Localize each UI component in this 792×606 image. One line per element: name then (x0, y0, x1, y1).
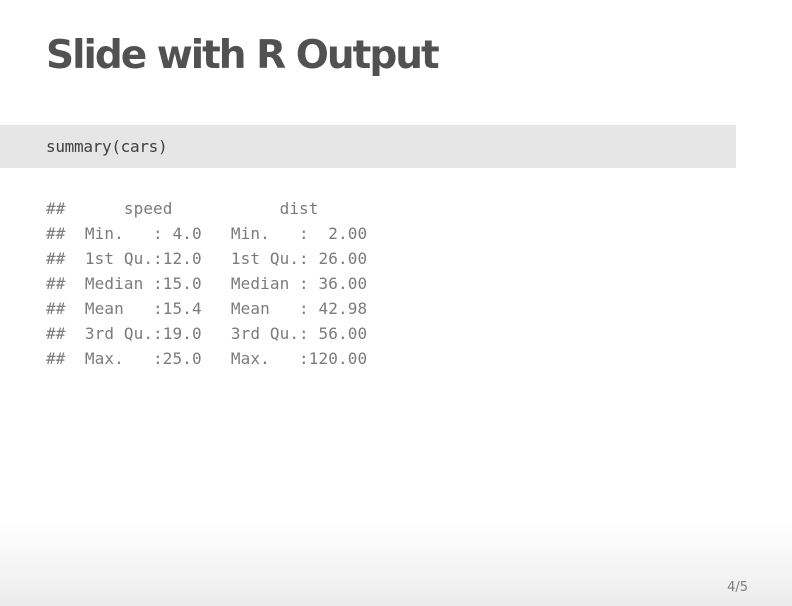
output-line: ## Min. : 4.0 Min. : 2.00 (46, 224, 387, 243)
slide-title: Slide with R Output (46, 33, 440, 78)
output-line: ## Max. :25.0 Max. :120.00 (46, 349, 387, 368)
output-line: ## Mean :15.4 Mean : 42.98 (46, 299, 387, 318)
output-line: ## 1st Qu.:12.0 1st Qu.: 26.00 (46, 249, 387, 268)
code-text: summary(cars) (46, 137, 168, 156)
output-line: ## 3rd Qu.:19.0 3rd Qu.: 56.00 (46, 324, 387, 343)
output-line: ## Median :15.0 Median : 36.00 (46, 274, 387, 293)
page-number: 4/5 (727, 580, 748, 595)
r-output-block: ## speed dist ## Min. : 4.0 Min. : 2.00 … (46, 196, 387, 371)
output-line: ## speed dist (46, 199, 387, 218)
code-block: summary(cars) (0, 125, 736, 168)
